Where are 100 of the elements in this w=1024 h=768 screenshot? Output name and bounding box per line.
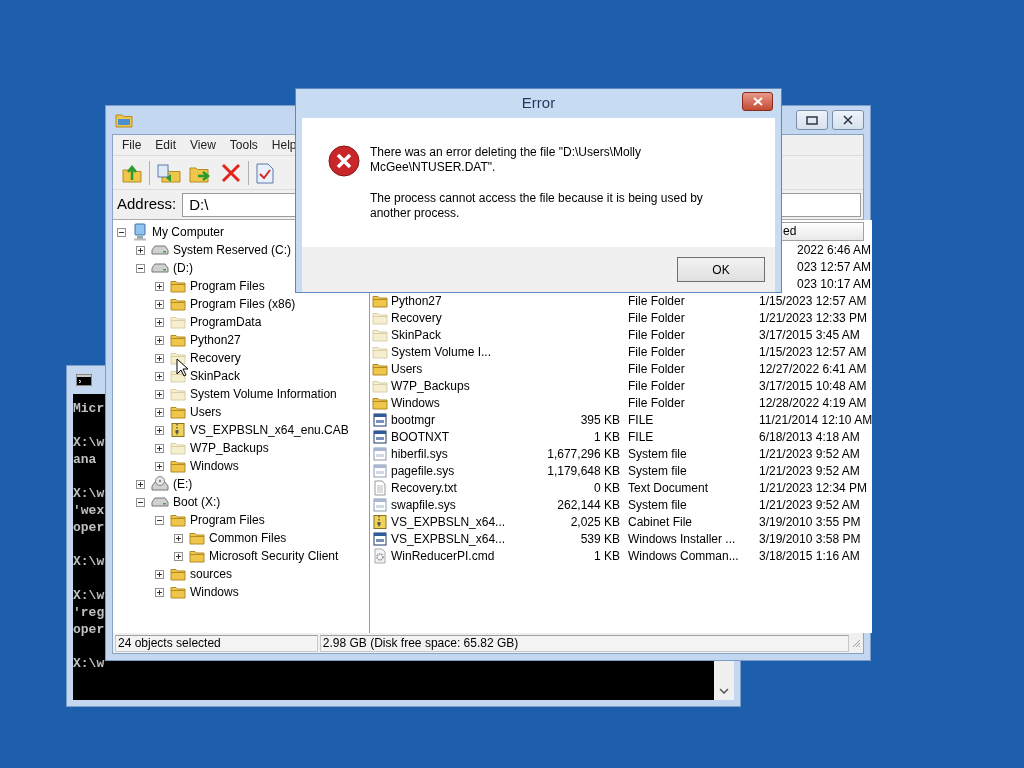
restore-button[interactable] xyxy=(796,110,828,130)
date-cell-text: 023 12:57 AM xyxy=(797,259,873,276)
file-name[interactable]: SkinPack xyxy=(391,326,442,344)
tree-toggle[interactable] xyxy=(136,263,145,273)
file-name[interactable]: WinReducerPI.cmd xyxy=(391,547,495,565)
restore-icon xyxy=(806,115,818,125)
close-button[interactable] xyxy=(742,92,773,111)
tree-toggle[interactable] xyxy=(155,425,164,435)
tree-toggle[interactable] xyxy=(155,317,164,327)
tree-item[interactable]: Boot (X:) xyxy=(173,493,221,511)
tree-toggle[interactable] xyxy=(136,479,145,489)
type-cell-text: File Folder xyxy=(628,327,686,344)
scroll-down-icon[interactable] xyxy=(719,688,729,694)
tree-item[interactable]: SkinPack xyxy=(190,367,241,385)
close-button[interactable] xyxy=(832,110,864,130)
tree-toggle[interactable] xyxy=(136,245,145,255)
console-line: 'wex xyxy=(73,502,105,519)
tree-item[interactable]: W7P_Backups xyxy=(190,439,269,457)
file-name[interactable]: Recovery.txt xyxy=(391,479,457,497)
tree-item[interactable]: Common Files xyxy=(209,529,287,547)
file-name[interactable]: pagefile.sys xyxy=(391,462,455,480)
tree-item[interactable]: (D:) xyxy=(173,259,193,277)
tree-item[interactable]: ProgramData xyxy=(190,313,262,331)
size-cell: 262,144 KB xyxy=(557,498,620,512)
dialog-title: Error xyxy=(521,93,556,114)
tree-item[interactable]: Users xyxy=(190,403,222,421)
close-icon xyxy=(842,115,854,125)
console-icon xyxy=(76,374,92,386)
tree-item[interactable]: Python27 xyxy=(190,331,241,349)
tree-item[interactable]: Windows xyxy=(190,457,239,475)
date-cell-text: 3/19/2010 3:55 PM xyxy=(759,514,862,531)
file-name[interactable]: System Volume I... xyxy=(391,343,492,361)
type-cell-text: Windows Comman... xyxy=(628,548,740,565)
tree-toggle[interactable] xyxy=(155,389,164,399)
size-cell: 1 KB xyxy=(594,549,620,563)
tree-toggle[interactable] xyxy=(155,461,164,471)
copy-folder-icon[interactable] xyxy=(156,161,182,184)
tree-toggle[interactable] xyxy=(155,281,164,291)
status-text: 2.98 GB (Disk free space: 65.82 GB) xyxy=(319,634,850,652)
tree-item[interactable]: Program Files (x86) xyxy=(190,295,296,313)
file-name[interactable]: Users xyxy=(391,360,423,378)
menu-item[interactable]: Tools xyxy=(222,136,265,154)
tree-item[interactable]: My Computer xyxy=(152,223,225,241)
tree-toggle[interactable] xyxy=(155,569,164,579)
file-name[interactable]: VS_EXPBSLN_x64... xyxy=(391,513,506,531)
tree-toggle[interactable] xyxy=(155,587,164,597)
document-check-icon[interactable] xyxy=(255,161,275,184)
file-name[interactable]: bootmgr xyxy=(391,411,436,429)
file-name[interactable]: BOOTNXT xyxy=(391,428,449,446)
date-cell-text: 1/21/2023 12:33 PM xyxy=(759,310,869,327)
tree-item[interactable]: Program Files xyxy=(190,277,265,295)
menu-item[interactable]: View xyxy=(183,136,223,154)
tree-toggle[interactable] xyxy=(155,353,164,363)
drive-icon xyxy=(151,262,169,274)
tree-toggle[interactable] xyxy=(155,299,164,309)
file-name[interactable]: W7P_Backups xyxy=(391,377,470,395)
file-name[interactable]: VS_EXPBSLN_x64... xyxy=(391,530,506,548)
tree-toggle[interactable] xyxy=(155,515,164,525)
file-name[interactable]: Recovery xyxy=(391,309,442,327)
tree-toggle[interactable] xyxy=(155,407,164,417)
date-cell-text: 3/18/2015 1:16 AM xyxy=(759,548,861,565)
date-cell-text: 1/21/2023 9:52 AM xyxy=(759,497,861,514)
tree-item[interactable]: Windows xyxy=(190,583,239,601)
tree-toggle[interactable] xyxy=(117,227,126,237)
tree-toggle[interactable] xyxy=(174,551,183,561)
tree-toggle[interactable] xyxy=(136,497,145,507)
tree-item[interactable]: (E:) xyxy=(173,475,193,493)
file-name[interactable]: hiberfil.sys xyxy=(391,445,448,463)
resize-grip-icon[interactable] xyxy=(851,638,861,648)
error-message: There was an error deleting the file "D:\Users\Molly McGee\NTUSER.DAT". xyxy=(370,145,643,175)
tree-item[interactable]: System Reserved (C:) xyxy=(173,241,292,259)
column-header[interactable]: ed xyxy=(780,222,864,241)
type-cell-text: File Folder xyxy=(628,310,686,327)
type-cell-text: File Folder xyxy=(628,395,686,412)
file-name[interactable]: swapfile.sys xyxy=(391,496,456,514)
tree-toggle[interactable] xyxy=(155,443,164,453)
tree-toggle[interactable] xyxy=(155,335,164,345)
date-cell-text: 3/17/2015 3:45 AM xyxy=(759,327,861,344)
size-cell: 2,025 KB xyxy=(570,515,620,529)
tree-toggle[interactable] xyxy=(174,533,183,543)
ok-button[interactable]: OK xyxy=(677,257,765,282)
tree-item[interactable]: Microsoft Security Client xyxy=(209,547,339,565)
date-cell-text: 6/18/2013 4:18 AM xyxy=(759,429,861,446)
type-cell-text: Text Document xyxy=(628,480,710,497)
file-name[interactable]: Windows xyxy=(391,394,440,412)
menu-item[interactable]: File xyxy=(115,136,149,154)
tree-item[interactable]: sources xyxy=(190,565,233,583)
console-line: Micr xyxy=(73,400,105,417)
tree-item[interactable]: Recovery xyxy=(190,349,241,367)
date-cell-text: 12/28/2022 4:19 AM xyxy=(759,395,868,412)
console-line: oper xyxy=(73,519,105,536)
tree-item[interactable]: System Volume Information xyxy=(190,385,337,403)
mouse-pointer-icon xyxy=(176,358,188,377)
tree-item[interactable]: VS_EXPBSLN_x64_enu.CAB xyxy=(190,421,349,439)
file-name[interactable]: Python27 xyxy=(391,292,442,310)
console-line: X:\w xyxy=(73,553,105,570)
tree-item[interactable]: Program Files xyxy=(190,511,265,529)
delete-icon[interactable] xyxy=(220,161,242,184)
menu-item[interactable]: Edit xyxy=(148,136,184,154)
tree-toggle[interactable] xyxy=(155,371,164,381)
